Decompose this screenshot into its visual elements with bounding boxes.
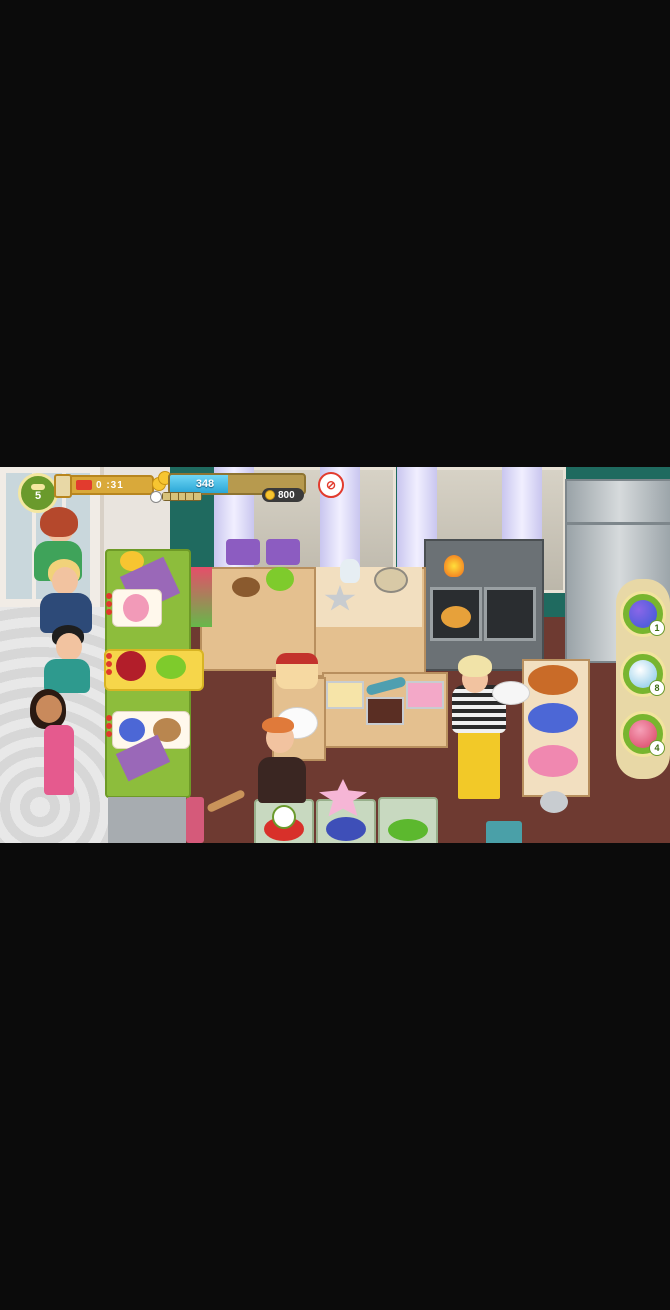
helper-baker-apron — [258, 757, 306, 803]
mixing-pot-icon[interactable] — [374, 567, 408, 593]
timer-text: 0 :31 — [96, 479, 124, 491]
fridge-door-line — [565, 522, 670, 525]
candy-booster-button[interactable]: 1 — [620, 591, 666, 637]
patience-hearts — [106, 653, 112, 675]
goal-badge: 800 — [262, 488, 304, 502]
kiwi-bin[interactable] — [378, 797, 438, 843]
strawberry-cupcake-plate-icon[interactable] — [528, 745, 578, 777]
timer-danger-bar — [76, 480, 92, 490]
croissant-plate-icon[interactable] — [528, 665, 578, 695]
empty-plate-icon[interactable] — [540, 791, 568, 813]
bell-booster-button[interactable]: 8 — [620, 651, 666, 697]
cake-sponge-icon — [441, 606, 471, 628]
helper-stopwatch-icon — [272, 805, 296, 829]
roller-skate-booster-button[interactable]: 4 — [620, 711, 666, 757]
stopwatch-icon — [150, 491, 162, 503]
customer-dress — [44, 725, 74, 795]
chef-hair — [458, 655, 492, 677]
booster-count: 1 — [649, 620, 665, 636]
kiwi-icon — [388, 819, 428, 841]
trash-bin-icon[interactable] — [486, 821, 522, 843]
customer-glasses[interactable] — [56, 633, 82, 661]
vanilla-cream-tray[interactable] — [326, 681, 364, 709]
booster-count: 4 — [649, 740, 665, 756]
chocolate-topping-dispenser[interactable] — [226, 539, 260, 565]
kiwi-monster-cake-icon — [156, 655, 186, 679]
chef-pants — [458, 727, 500, 799]
customer-shirt — [44, 659, 90, 693]
goal-segments — [162, 492, 202, 501]
milk-jug-icon[interactable] — [340, 559, 360, 583]
customer-hair — [40, 507, 78, 537]
blueberries-icon — [326, 817, 366, 841]
held-cupcake-plate-icon — [492, 681, 530, 705]
level-number: 5 — [34, 490, 42, 502]
hourglass-icon — [54, 474, 72, 498]
helper-baker-hair — [262, 717, 294, 733]
layer-cake-icon[interactable] — [276, 653, 318, 689]
sprinkle-jars[interactable] — [186, 797, 204, 843]
kiwi-monster-icon[interactable] — [266, 567, 294, 591]
timer-bar: 0 :31 — [54, 474, 154, 498]
cherry-cupcake-icon — [123, 594, 149, 622]
customer-pink-dress[interactable] — [36, 695, 62, 723]
no-entry-icon[interactable]: ⊘ — [318, 472, 344, 498]
counter-shelf — [108, 797, 186, 843]
blueberry-cupcake-plate-icon[interactable] — [528, 703, 578, 733]
customer-blond[interactable] — [52, 567, 78, 595]
kiwi-topping-dispenser[interactable] — [266, 539, 300, 565]
blueberry-cupcake-icon — [119, 718, 145, 742]
score-value: 348 — [195, 478, 215, 490]
bundt-cake-icon — [116, 651, 146, 681]
goal-value: 800 — [278, 489, 295, 501]
cookie-topping-icon[interactable] — [232, 577, 260, 597]
level-badge[interactable]: 5 — [18, 473, 58, 513]
chocolate-cream-tray[interactable] — [366, 697, 404, 725]
order-card — [112, 589, 162, 627]
oven-fire-alert-icon — [444, 555, 464, 577]
strawberry-cream-tray[interactable] — [406, 681, 444, 709]
oven-window-left[interactable] — [430, 587, 482, 641]
game-scene[interactable]: 1 8 4 5 0 :31 348 800 ⊘ — [0, 467, 670, 843]
oven-window-right[interactable] — [484, 587, 536, 641]
booster-count: 8 — [649, 680, 665, 696]
coin-icon — [265, 490, 275, 500]
